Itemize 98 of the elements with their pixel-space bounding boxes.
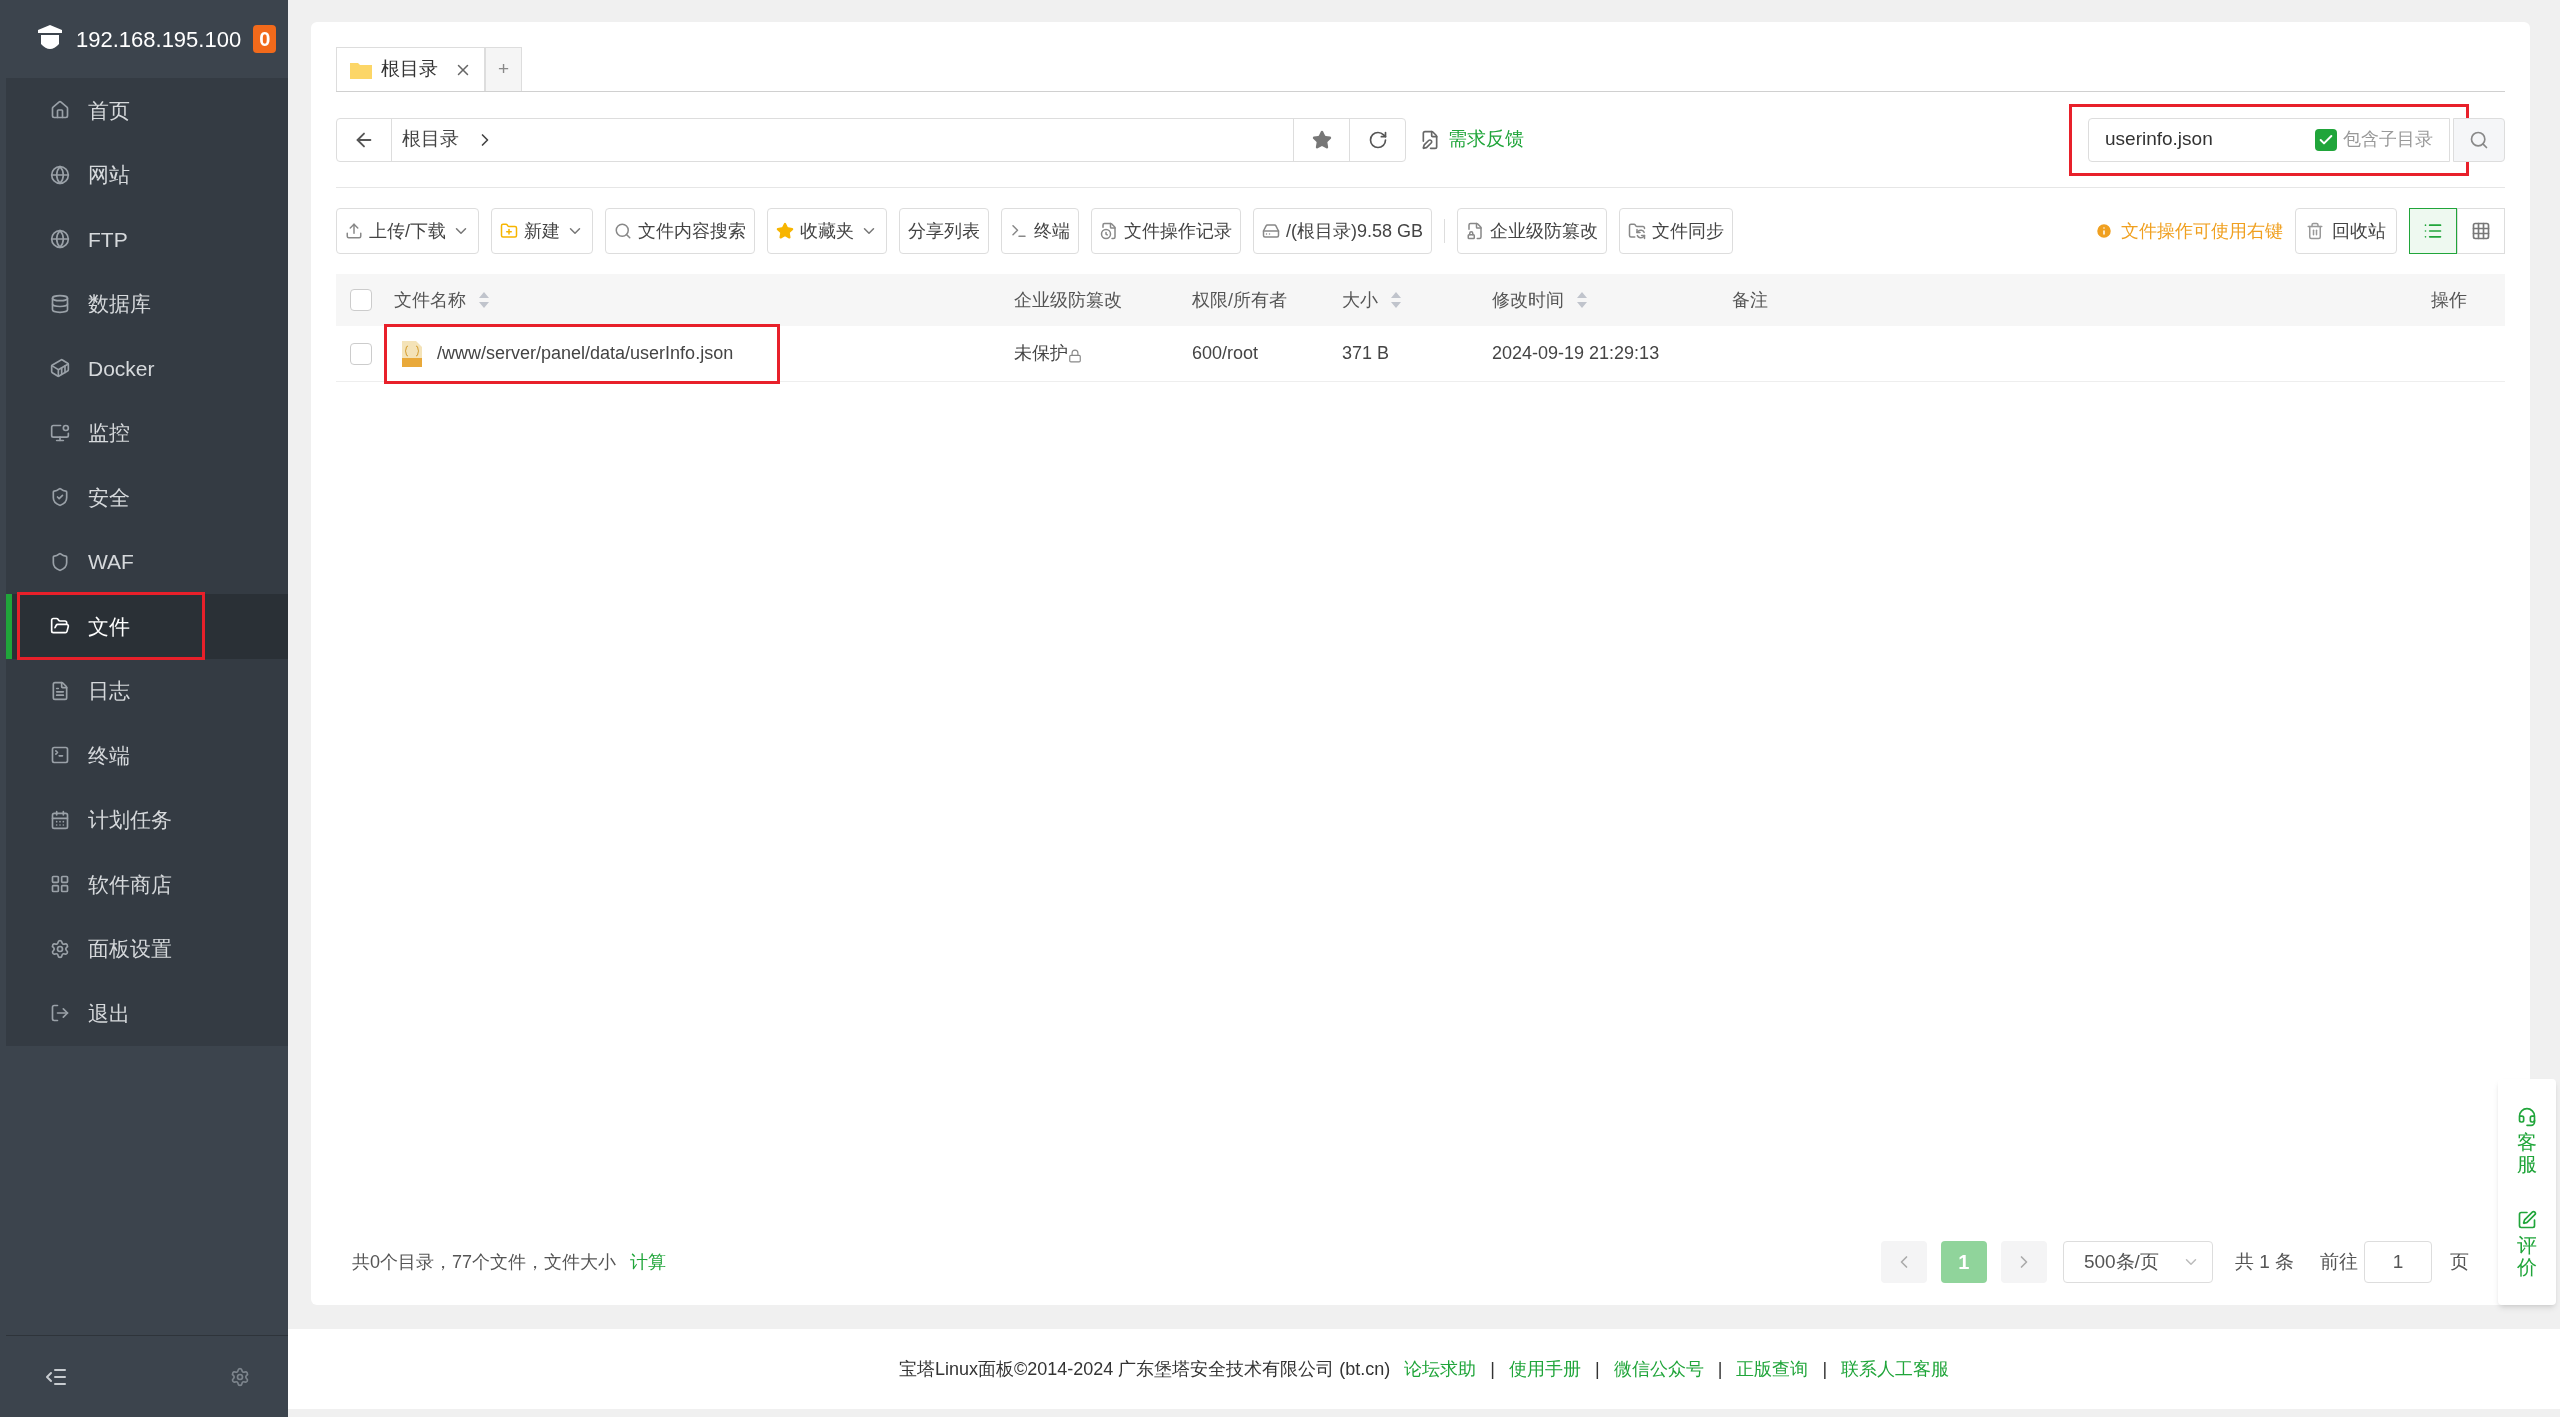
modified-cell: 2024-09-19 21:29:13 <box>1492 343 1660 363</box>
column-header: 操作 <box>2431 288 2467 312</box>
grid-icon <box>50 874 70 895</box>
column-header: 备注 <box>1732 288 1768 312</box>
json-file-icon <box>401 339 423 368</box>
protection-status: 未保护 <box>1014 342 1068 365</box>
document-pen-icon <box>1420 129 1440 150</box>
footer-separator: | <box>1822 1357 1828 1381</box>
hint-text: 文件操作可使用右键 <box>2095 217 2283 245</box>
container-icon <box>50 358 70 379</box>
sidebar-item[interactable]: 安全 <box>20 466 202 529</box>
column-header[interactable]: 修改时间 <box>1492 286 1564 314</box>
page-unit-label: 页 <box>2450 1249 2469 1274</box>
sidebar-item[interactable]: WAF <box>20 530 202 593</box>
breadcrumb-item[interactable]: 根目录 <box>392 125 505 154</box>
settings-icon[interactable] <box>230 1366 250 1387</box>
grid-icon <box>2471 221 2491 241</box>
document-clock-icon <box>1100 222 1118 240</box>
folder-tab[interactable]: 根目录 <box>336 47 485 91</box>
sidebar-item[interactable]: 计划任务 <box>20 788 202 851</box>
calendar-icon <box>50 809 70 830</box>
goto-label: 前往 <box>2320 1249 2358 1274</box>
column-header[interactable]: 文件名称 <box>394 286 466 314</box>
footer-separator: | <box>1595 1357 1600 1381</box>
globe-icon <box>50 164 70 185</box>
sidebar-item[interactable]: 监控 <box>20 401 202 464</box>
trash-icon <box>2306 222 2324 240</box>
globe-icon <box>50 229 70 250</box>
toolbar-button[interactable]: 文件内容搜索 <box>605 208 755 254</box>
footer-separator: | <box>1490 1357 1495 1381</box>
sidebar-item[interactable]: 首页 <box>20 79 202 142</box>
sidebar-item[interactable]: 退出 <box>20 982 202 1045</box>
home-icon <box>50 100 70 121</box>
search-button[interactable] <box>2453 117 2505 162</box>
folder-sync-icon <box>1628 222 1647 240</box>
refresh-icon <box>1367 129 1388 150</box>
sidebar-item[interactable]: 终端 <box>20 724 202 787</box>
pen-square-icon <box>2517 1209 2537 1230</box>
headset-icon <box>2517 1106 2537 1127</box>
toolbar-button[interactable]: /(根目录)9.58 GB <box>1253 208 1433 254</box>
shield-check-icon <box>50 487 70 508</box>
document-lock-icon <box>1466 222 1485 240</box>
lock-icon[interactable] <box>1068 348 1082 363</box>
database-icon <box>50 293 70 314</box>
document-icon <box>50 680 70 701</box>
sort-icon[interactable] <box>1576 290 1588 310</box>
column-header[interactable]: 大小 <box>1342 286 1378 314</box>
folder-plus-icon <box>500 222 518 240</box>
sort-icon[interactable] <box>478 290 490 310</box>
size-cell: 371 B <box>1342 343 1390 363</box>
toolbar-button[interactable]: 分享列表 <box>899 208 989 254</box>
permission-cell: 600/root <box>1192 343 1259 363</box>
sort-icon[interactable] <box>1390 290 1402 310</box>
star-icon <box>1311 129 1332 150</box>
terminal-icon <box>50 745 70 766</box>
grid-view-button[interactable] <box>2457 208 2505 254</box>
column-header: 权限/所有者 <box>1192 288 1287 312</box>
host-address: 192.168.195.100 <box>76 25 242 54</box>
sidebar-item[interactable]: 网站 <box>20 143 202 206</box>
settings-icon <box>50 938 70 959</box>
terminal-icon <box>1010 222 1028 240</box>
toolbar-button[interactable]: 收藏夹 <box>767 208 887 254</box>
sidebar-item[interactable]: 数据库 <box>20 272 202 335</box>
select-all-checkbox[interactable] <box>350 289 372 311</box>
list-icon <box>2423 221 2443 241</box>
shield-icon <box>50 551 70 572</box>
total-count: 共 1 条 <box>2234 1249 2294 1274</box>
search-field[interactable]: userinfo.json 包含子目录 <box>2088 117 2450 162</box>
sidebar-item[interactable]: 日志 <box>20 659 202 722</box>
list-view-button[interactable] <box>2409 208 2457 254</box>
goto-page-field[interactable]: 1 <box>2364 1241 2432 1283</box>
toolbar-button[interactable]: 终端 <box>1001 208 1079 254</box>
toolbar-button[interactable]: 文件同步 <box>1619 208 1734 254</box>
toolbar-button[interactable]: 新建 <box>491 208 593 254</box>
toolbar-button[interactable]: 文件操作记录 <box>1091 208 1241 254</box>
sidebar-item[interactable]: 面板设置 <box>20 917 202 980</box>
monitor-icon <box>50 422 70 443</box>
logout-icon <box>50 1003 70 1024</box>
copyright-text: 宝塔Linux面板©2014-2024 广东堡塔安全技术有限公司 (bt.cn) <box>898 1357 1391 1381</box>
page-size-select[interactable]: 500条/页 <box>2062 1241 2213 1283</box>
row-checkbox[interactable] <box>350 342 372 365</box>
search-icon <box>2469 129 2489 150</box>
star-icon <box>776 222 794 240</box>
drive-icon <box>1262 222 1280 240</box>
summary-text: 共0个目录，77个文件，文件大小 <box>352 1250 617 1274</box>
recycle-bin-button[interactable]: 回收站 <box>2295 208 2397 254</box>
toolbar-button[interactable]: 上传/下载 <box>336 208 479 254</box>
column-header: 企业级防篡改 <box>1014 288 1122 312</box>
search-icon <box>614 222 632 240</box>
footer-separator: | <box>1717 1357 1723 1381</box>
sidebar-item[interactable]: Docker <box>20 337 202 400</box>
upload-icon <box>345 222 363 240</box>
info-icon <box>2095 222 2113 240</box>
file-row[interactable]: /www/server/panel/data/userInfo.json 未保护 600/root 371 B 2024-09-19 21:29:13 <box>336 326 2505 382</box>
sidebar-item[interactable]: FTP <box>20 208 202 271</box>
path-bar[interactable]: 根目录 <box>336 117 1406 162</box>
sidebar-item[interactable]: 软件商店 <box>20 853 202 916</box>
toolbar-button[interactable]: 企业级防篡改 <box>1457 208 1608 254</box>
